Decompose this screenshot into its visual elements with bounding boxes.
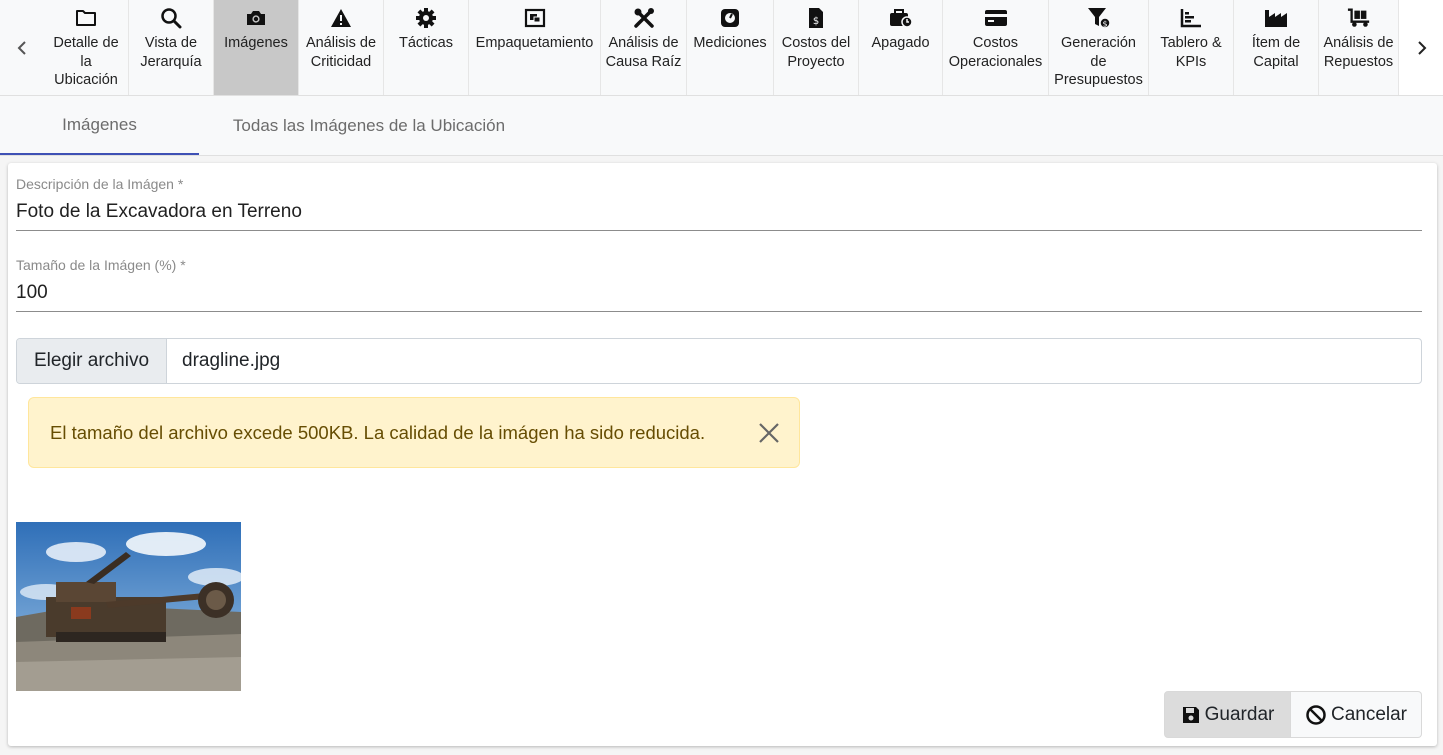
- toolbar-item-label: Generación de Presupuestos: [1054, 35, 1143, 88]
- file-input-group[interactable]: Elegir archivo dragline.jpg: [16, 338, 1422, 384]
- chevron-left-icon: [17, 40, 26, 55]
- toolbar-item-label: Mediciones: [693, 35, 767, 51]
- save-label: Guardar: [1204, 703, 1275, 725]
- toolbar-item-packaging[interactable]: Empaquetamiento: [469, 0, 601, 95]
- toolbar-item-dashboard-kpis[interactable]: Tablero & KPIs: [1149, 0, 1234, 95]
- svg-text:$: $: [813, 16, 819, 27]
- toolbar-item-label: Apagado: [871, 35, 930, 51]
- scroll-right-button[interactable]: [1399, 0, 1443, 95]
- toolbar-item-label: Tácticas: [399, 35, 453, 51]
- module-items: Detalle de la Ubicación Vista de Jerarqu…: [44, 0, 1399, 95]
- toolbar-item-label: Tablero & KPIs: [1160, 35, 1222, 70]
- toolbar-item-images[interactable]: Imágenes: [214, 0, 299, 95]
- image-size-underline: [16, 311, 1422, 312]
- folder-icon: [74, 6, 98, 30]
- toolbar-item-operational-costs[interactable]: Costos Operacionales: [943, 0, 1049, 95]
- image-size-field[interactable]: Tamaño de la Imágen (%) * 100: [16, 244, 1422, 314]
- module-toolbar: Detalle de la Ubicación Vista de Jerarqu…: [0, 0, 1443, 96]
- warning-icon: [329, 6, 353, 30]
- toolbar-item-root-cause[interactable]: Análisis de Causa Raíz: [601, 0, 687, 95]
- factory-icon: [1264, 6, 1288, 30]
- image-size-input[interactable]: 100: [16, 282, 48, 304]
- briefcase-clock-icon: [889, 6, 913, 30]
- description-underline: [16, 230, 1422, 231]
- toolbar-item-criticality[interactable]: Análisis de Criticidad: [299, 0, 384, 95]
- tab-images[interactable]: Imágenes: [0, 96, 199, 155]
- toolbar-item-label: Vista de Jerarquía: [140, 35, 202, 70]
- form-actions: Guardar Cancelar: [1164, 691, 1422, 738]
- description-field[interactable]: Descripción de la Imágen * Foto de la Ex…: [16, 163, 1422, 233]
- toolbar-item-label: Costos del Proyecto: [781, 35, 851, 70]
- tab-bar: Imágenes Todas las Imágenes de la Ubicac…: [0, 96, 1443, 156]
- tab-label: Imágenes: [62, 114, 137, 134]
- gauge-icon: [718, 6, 742, 30]
- tab-label: Todas las Imágenes de la Ubicación: [232, 115, 506, 135]
- toolbar-item-label: Empaquetamiento: [475, 35, 594, 51]
- toolbar-item-capital-item[interactable]: Ítem de Capital: [1234, 0, 1319, 95]
- tab-all-location-images[interactable]: Todas las Imágenes de la Ubicación: [199, 96, 539, 155]
- bar-chart-icon: [1179, 6, 1203, 30]
- alert-message: El tamaño del archivo excede 500KB. La c…: [50, 421, 706, 443]
- svg-text:$: $: [1102, 20, 1107, 29]
- toolbar-item-shutdown[interactable]: Apagado: [859, 0, 943, 95]
- description-label: Descripción de la Imágen *: [16, 176, 184, 192]
- toolbar-item-location-detail[interactable]: Detalle de la Ubicación: [44, 0, 129, 95]
- cancel-label: Cancelar: [1330, 703, 1408, 725]
- invoice-dollar-icon: $: [804, 6, 828, 30]
- selected-file-name: dragline.jpg: [182, 350, 281, 371]
- toolbar-item-label: Ítem de Capital: [1251, 35, 1301, 70]
- cancel-button[interactable]: Cancelar: [1291, 691, 1422, 738]
- choose-file-button[interactable]: Elegir archivo: [17, 339, 167, 383]
- funnel-dollar-icon: $: [1087, 6, 1111, 30]
- gear-icon: [414, 6, 438, 30]
- image-form-card: Descripción de la Imágen * Foto de la Ex…: [8, 163, 1437, 746]
- image-preview: [16, 522, 244, 691]
- close-icon[interactable]: [757, 421, 781, 445]
- description-input[interactable]: Foto de la Excavadora en Terreno: [16, 201, 302, 223]
- ban-icon: [1306, 704, 1326, 725]
- toolbar-item-label: Detalle de la Ubicación: [53, 35, 119, 88]
- toolbar-item-label: Análisis de Causa Raíz: [605, 35, 682, 70]
- toolbar-item-label: Análisis de Criticidad: [305, 35, 377, 70]
- search-icon: [159, 6, 183, 30]
- toolbar-item-project-costs[interactable]: $ Costos del Proyecto: [774, 0, 859, 95]
- camera-icon: [244, 6, 268, 30]
- toolbar-item-measurements[interactable]: Mediciones: [687, 0, 774, 95]
- image-size-label: Tamaño de la Imágen (%) *: [16, 257, 186, 273]
- toolbar-item-budget-generation[interactable]: $ Generación de Presupuestos: [1049, 0, 1149, 95]
- credit-card-icon: [984, 6, 1008, 30]
- toolbar-item-label: Imágenes: [224, 35, 288, 51]
- package-icon: [523, 6, 547, 30]
- dolly-icon: [1347, 6, 1371, 30]
- toolbar-item-label: Costos Operacionales: [948, 35, 1043, 70]
- toolbar-item-tactics[interactable]: Tácticas: [384, 0, 469, 95]
- scroll-left-button[interactable]: [0, 0, 44, 95]
- toolbar-item-label: Análisis de Repuestos: [1323, 35, 1394, 70]
- chevron-right-icon: [1418, 40, 1427, 55]
- tools-icon: [632, 6, 656, 30]
- save-button[interactable]: Guardar: [1164, 691, 1291, 738]
- toolbar-item-hierarchy[interactable]: Vista de Jerarquía: [129, 0, 214, 95]
- size-warning-alert: El tamaño del archivo excede 500KB. La c…: [28, 397, 800, 468]
- floppy-disk-icon: [1182, 706, 1199, 723]
- toolbar-item-spare-parts[interactable]: Análisis de Repuestos: [1319, 0, 1399, 95]
